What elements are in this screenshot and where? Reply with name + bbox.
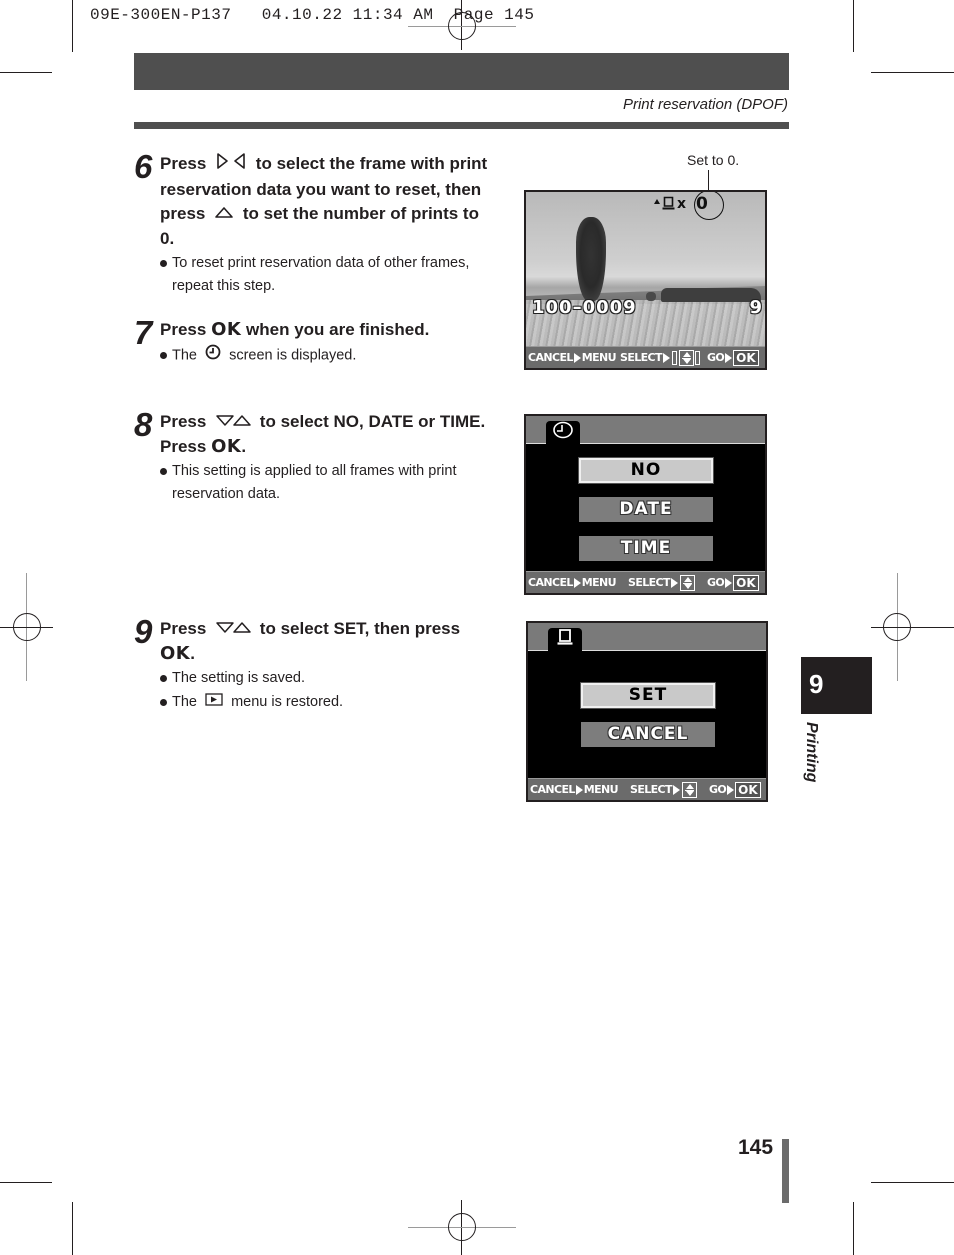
step-heading: Press to select NO, DATE or TIME. Press … [160,410,486,457]
arrow-right-icon [573,352,581,363]
arrow-right-icon [573,577,581,588]
registration-mark-circle [13,613,41,641]
page-number-bar [782,1139,789,1203]
right-left-arrow-buttons-icon [215,152,247,178]
arrow-right-icon [727,784,735,795]
arrow-right-icon [662,352,670,363]
step-7: 7 Press OK when you are finished. The sc… [134,314,494,368]
menu-item-cancel[interactable]: CANCEL [581,722,715,747]
up-down-buttons-icon [679,574,695,591]
crop-mark [0,72,52,73]
crop-mark [0,1182,52,1183]
down-up-arrow-buttons-icon [215,617,251,642]
lcd-footer: CANCEL MENU SELECT GO OK [526,571,765,593]
bullet-item: The setting is saved. [160,667,494,690]
up-down-buttons-icon [681,781,697,798]
ok-button-label: OK [211,435,242,457]
step-number: 8 [134,406,152,443]
print-icon [556,628,574,651]
right-button-icon [694,350,700,365]
registration-mark-circle [883,613,911,641]
registration-mark-circle [448,1213,476,1241]
playback-icon [205,691,223,714]
ok-button-icon: OK [733,574,759,591]
chapter-tab: 9 [801,657,872,714]
bullet-item: To reset print reservation data of other… [160,252,494,297]
header-bar [134,53,789,90]
crop-mark [72,1202,73,1255]
lcd-screen-playback: x 0 100–0009 9 CANCEL MENU SELECT GO OK [524,190,767,370]
ok-button-icon: OK [735,781,761,798]
step-9: 9 Press to select SET, then press OK. Th… [134,613,494,714]
step-heading: Press OK when you are finished. [160,319,430,340]
section-title: Print reservation (DPOF) [622,96,788,113]
ok-button-icon: OK [733,349,759,366]
crop-mark [871,72,954,73]
step-number: 7 [134,314,152,351]
header-rule [134,122,789,129]
file-number: 100–0009 [532,297,637,318]
photo-image: x 0 100–0009 9 [526,192,765,346]
lcd-screen-print-menu: SET CANCEL CANCEL MENU SELECT GO OK [526,621,768,802]
arrow-right-icon [725,577,733,588]
menu-item-date[interactable]: DATE [579,497,713,522]
step-6: 6 Press to select the frame with print r… [134,148,494,297]
crop-mark [853,0,854,52]
print-icon [662,195,675,214]
lcd-tab-bar [528,623,766,651]
tab-date[interactable] [546,421,580,444]
callout-label: Set to 0. [687,152,740,168]
tree-image [576,217,606,301]
up-arrow-button-icon [214,202,234,227]
print-slug: 09E-300EN-P137 04.10.22 11:34 AM Page 14… [90,6,535,24]
callout-line [708,170,709,190]
print-count-prefix: x [677,196,687,212]
menu-item-time[interactable]: TIME [579,536,713,561]
bullet-item: The screen is displayed. [160,344,494,368]
clock-icon [205,344,221,368]
arrow-right-icon [725,352,733,363]
step-number: 9 [134,613,152,650]
lcd-tab-bar [526,416,765,444]
step-number: 6 [134,148,152,185]
crop-mark [853,1202,854,1255]
chapter-number: 9 [809,669,824,699]
ok-button-label: OK [160,642,191,664]
down-up-arrow-buttons-icon [215,410,251,435]
bullet-item: This setting is applied to all frames wi… [160,460,494,505]
step-8: 8 Press to select NO, DATE or TIME. Pres… [134,406,494,505]
page-number: 145 [738,1136,774,1159]
step-heading: Press to select the frame with print res… [160,152,494,251]
callout-circle [694,192,724,220]
arrow-right-icon [672,784,680,795]
menu-item-set[interactable]: SET [580,682,716,709]
bullet-item: The menu is restored. [160,691,494,714]
clock-icon [552,421,574,444]
lcd-screen-date-menu: NO DATE TIME CANCEL MENU SELECT GO OK [524,414,767,595]
menu-item-no[interactable]: NO [578,457,714,484]
crop-mark [72,0,73,52]
up-down-buttons-icon [678,349,694,366]
up-arrow-icon [654,198,660,204]
step-heading: Press to select SET, then press OK. [160,617,461,664]
arrow-right-icon [670,577,678,588]
lcd-footer: CANCEL MENU SELECT GO OK [528,778,766,800]
frame-number: 9 [749,297,762,318]
ok-button-label: OK [211,319,242,340]
chapter-label: Printing [803,722,820,783]
arrow-right-icon [575,784,583,795]
tab-print[interactable] [548,628,582,651]
crop-mark [871,1182,954,1183]
lcd-footer: CANCEL MENU SELECT GO OK [526,346,765,368]
left-button-icon [671,350,677,365]
